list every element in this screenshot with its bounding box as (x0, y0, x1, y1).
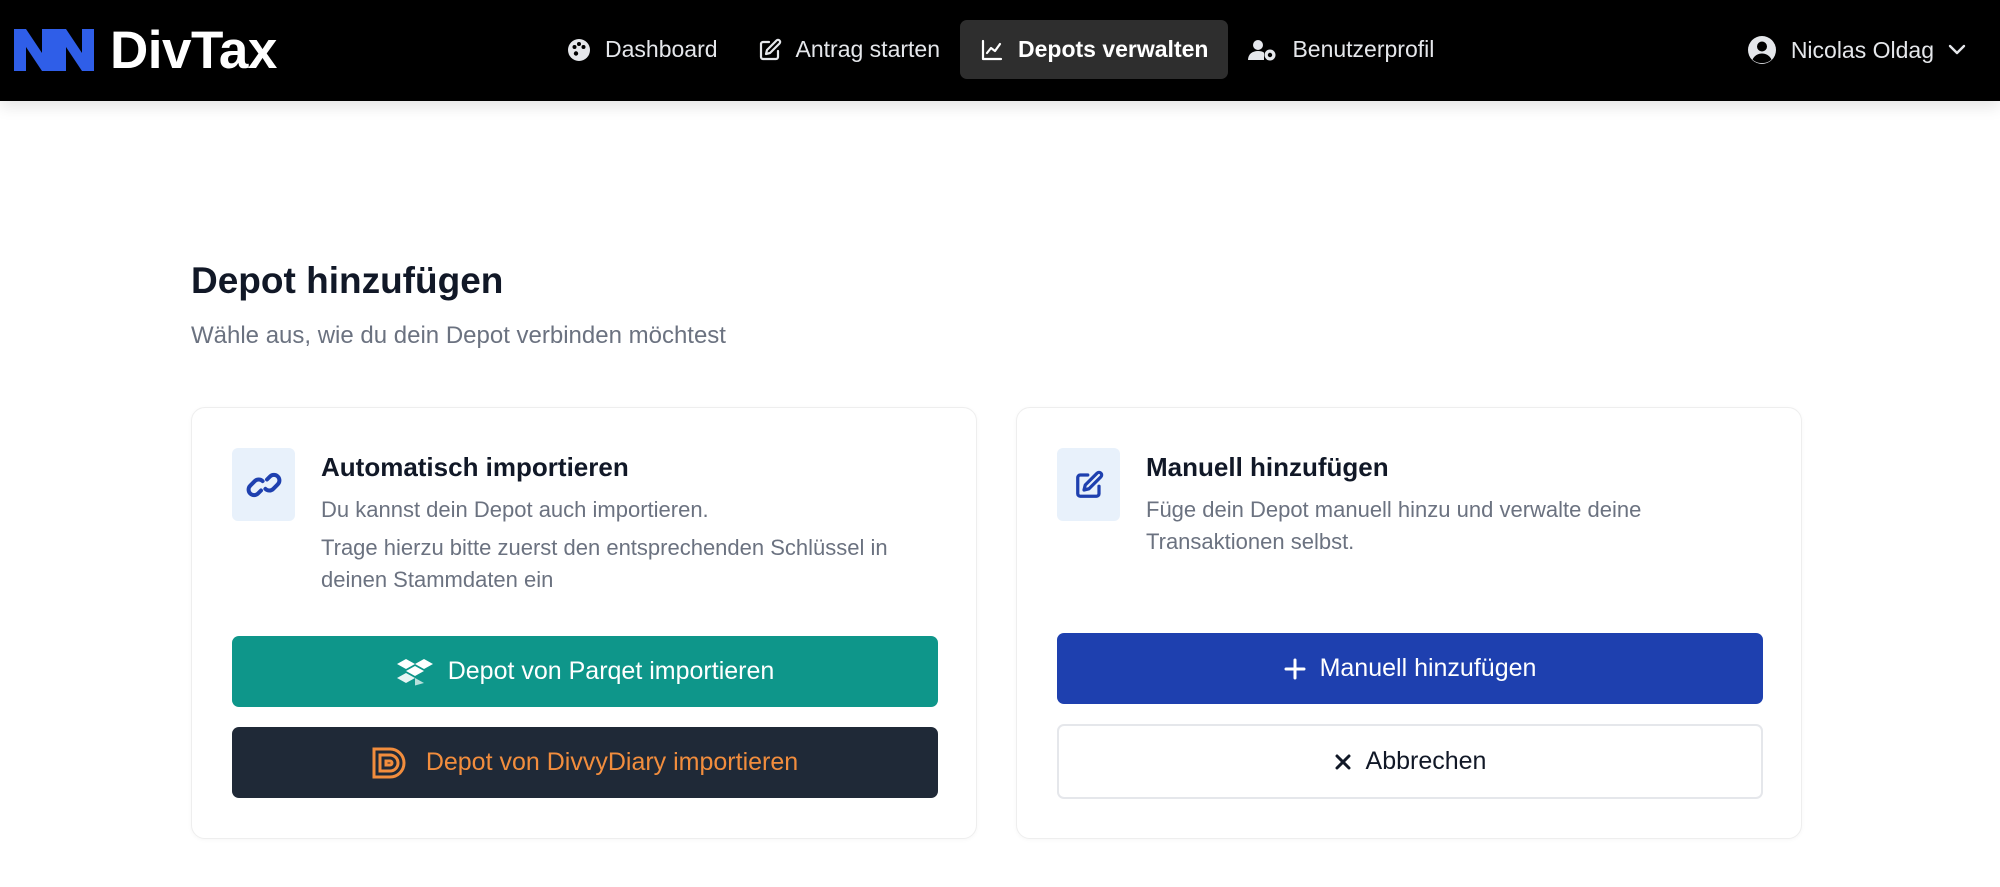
chart-line-icon (981, 39, 1003, 60)
top-navbar: DivTax Dashboard Antrag starten Depots v… (0, 0, 2000, 101)
close-icon (1335, 754, 1351, 769)
edit-icon (759, 38, 781, 60)
nav-item-label: Antrag starten (795, 36, 940, 62)
divvydiary-logo-icon (372, 747, 406, 778)
parqet-logo-icon (396, 658, 433, 685)
add-manually-button[interactable]: Manuell hinzufügen (1057, 633, 1763, 704)
plus-icon (1284, 658, 1306, 679)
edit-icon (1075, 470, 1103, 498)
import-parqet-button[interactable]: Depot von Parqet importieren (232, 636, 938, 707)
button-label: Depot von DivvyDiary importieren (425, 748, 799, 776)
card-title: Manuell hinzufügen (1146, 452, 1389, 482)
card-title: Automatisch importieren (321, 452, 629, 482)
button-label: Depot von Parqet importieren (447, 657, 775, 685)
nav-item-depots-verwalten[interactable]: Depots verwalten (960, 20, 1229, 79)
cancel-button[interactable]: Abbrechen (1057, 724, 1763, 799)
import-divvydiary-button[interactable]: Depot von DivvyDiary importieren (232, 727, 938, 798)
user-menu[interactable]: Nicolas Oldag (1747, 28, 1966, 72)
nav-item-benutzerprofil[interactable]: Benutzerprofil (1228, 20, 1454, 79)
card-icon-box (232, 448, 295, 521)
nav-item-label: Depots verwalten (1018, 36, 1209, 62)
main-nav: Dashboard Antrag starten Depots verwalte… (547, 20, 1454, 79)
button-label: Abbrechen (1365, 747, 1487, 775)
brand-logo[interactable]: DivTax (14, 21, 277, 80)
card-description-line: Füge dein Depot manuell hinzu und verwal… (1146, 497, 1642, 554)
card-description-line: Trage hierzu bitte zuerst den entspreche… (321, 535, 888, 592)
divtax-logo-icon (14, 29, 94, 71)
nav-item-label: Dashboard (605, 36, 718, 62)
chevron-down-icon (1948, 44, 1966, 55)
card-description-line: Du kannst dein Depot auch importieren. (321, 497, 709, 522)
link-icon (246, 472, 281, 497)
brand-name: DivTax (110, 20, 277, 80)
nav-item-dashboard[interactable]: Dashboard (547, 20, 738, 79)
user-circle-icon (1747, 36, 1776, 64)
button-label: Manuell hinzufügen (1319, 654, 1537, 682)
user-name: Nicolas Oldag (1790, 36, 1934, 63)
page-subtitle: Wähle aus, wie du dein Depot verbinden m… (191, 322, 726, 349)
manual-add-card: Manuell hinzufügen Füge dein Depot manue… (1016, 407, 1802, 839)
card-description: Du kannst dein Depot auch importieren. T… (321, 494, 941, 596)
page-title: Depot hinzufügen (191, 260, 504, 301)
palette-icon (568, 38, 590, 61)
user-gear-icon (1248, 39, 1276, 60)
card-icon-box (1057, 448, 1120, 521)
nav-item-label: Benutzerprofil (1292, 36, 1435, 62)
card-description: Füge dein Depot manuell hinzu und verwal… (1146, 494, 1766, 558)
nav-item-antrag-starten[interactable]: Antrag starten (738, 20, 960, 79)
auto-import-card: Automatisch importieren Du kannst dein D… (191, 407, 977, 839)
